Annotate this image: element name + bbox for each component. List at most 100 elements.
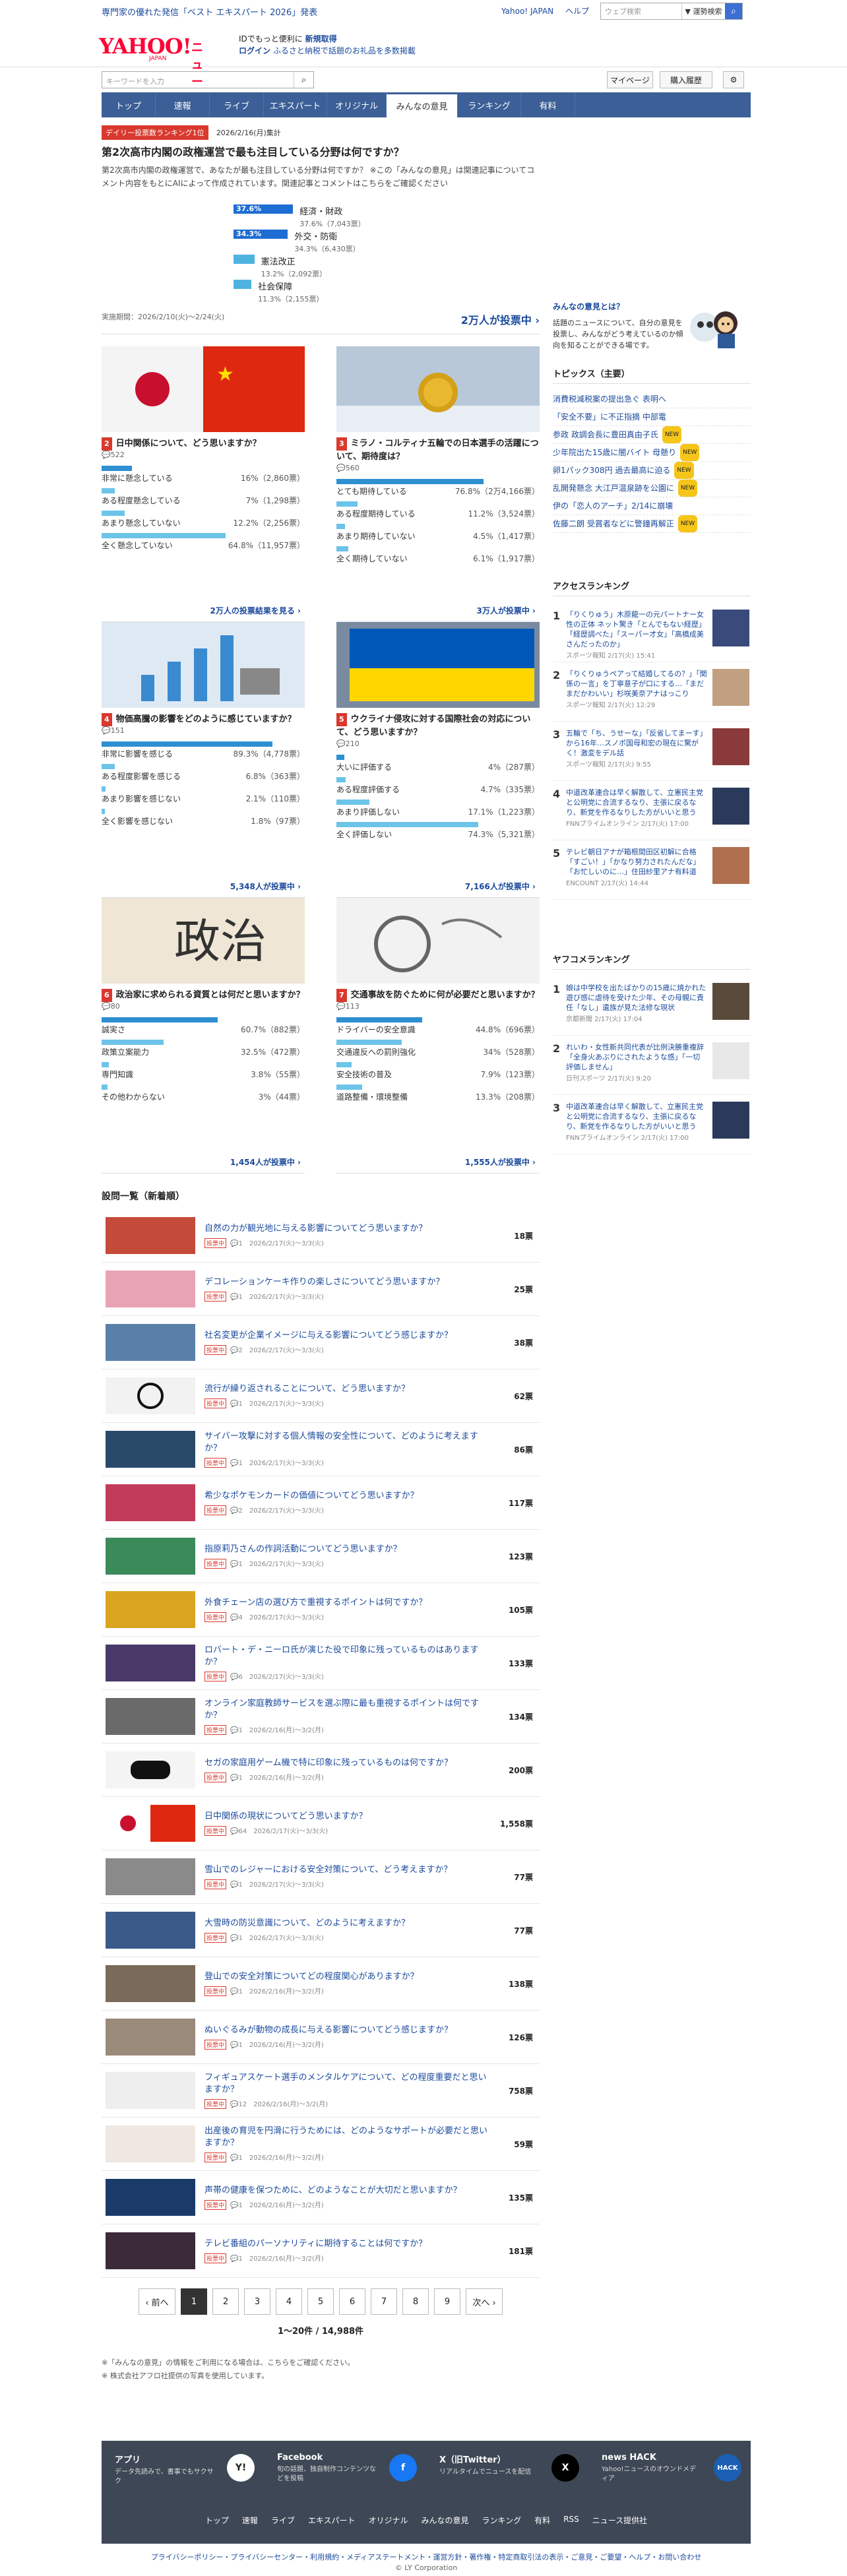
pager-page[interactable]: 9 [434, 2288, 460, 2315]
poll-question[interactable]: 6 政治家に求められる資質とは何だと思いますか？ [102, 989, 305, 1002]
topic-item[interactable]: 卵1パック308円 過去最高に迫る NEW [553, 462, 751, 480]
login-link[interactable]: ログイン [239, 46, 270, 55]
list-item[interactable]: フィギュアスケート選手のメンタルケアについて、どの程度重要だと思いますか？ 投票中… [102, 2064, 540, 2118]
tab-flash[interactable]: 速報 [156, 92, 210, 117]
ranking-title[interactable]: 五輪で「ち、うせーな」「反省してまーす」から16年…スノボ国母和宏の現在に驚がく… [566, 728, 707, 758]
list-item[interactable]: テレビ番組のパーソナリティに期待することは何ですか？ 投票中 💬1 2026/2/1… [102, 2224, 540, 2278]
poll-vote-total[interactable]: 7,166人が投票中 › [465, 881, 536, 892]
hero-vote-count[interactable]: 2万人が投票中 › [461, 311, 540, 327]
search-type-dropdown[interactable]: ▼ 運勢検索 [681, 3, 725, 19]
topic-item[interactable]: 乱開発懸念 大江戸温泉跡を公園に NEW [553, 480, 751, 497]
list-item[interactable]: ロバート・デ・ニーロ氏が演じた役で印象に残っているものはありますか？ 投票中 💬6 … [102, 1637, 540, 1690]
list-question[interactable]: 声帯の健康を保つために、どのようなことが大切だと思いますか？ [204, 2185, 495, 2197]
list-item[interactable]: 希少なポケモンカードの価値についてどう思いますか？ 投票中 💬2 2026/2/17… [102, 1476, 540, 1530]
list-item[interactable]: 外食チェーン店の選び方で重視するポイントは何ですか？ 投票中 💬4 2026/2/1… [102, 1583, 540, 1637]
footer-nav-item[interactable]: トップ [205, 2515, 229, 2526]
list-question[interactable]: デコレーションケーキ作りの楽しさについてどう思いますか？ [204, 1276, 495, 1288]
list-question[interactable]: 雪山でのレジャーにおける安全対策について、どう考えますか？ [204, 1864, 495, 1876]
list-question[interactable]: サイバー攻撃に対する個人情報の安全性について、どのように考えますか？ [204, 1431, 495, 1455]
footer-nav-item[interactable]: ランキング [482, 2515, 522, 2526]
poll-card[interactable]: ★ 2 日中関係について、どう思いますか？ 💬522 非常に懸念している 16%（2,86… [102, 346, 305, 622]
topic-item[interactable]: 少年院出た15歳に闇バイト 母懸り NEW [553, 444, 751, 462]
list-question[interactable]: 大雪時の防災意識について、どのように考えますか？ [204, 1918, 495, 1930]
poll-vote-total[interactable]: 5,348人が投票中 › [230, 881, 301, 892]
list-item[interactable]: 声帯の健康を保つために、どのようなことが大切だと思いますか？ 投票中 💬1 2026… [102, 2171, 540, 2224]
list-item[interactable]: セガの家庭用ゲーム機で特に印象に残っているものは何ですか？ 投票中 💬1 2026/… [102, 1744, 540, 1797]
list-question[interactable]: 社名変更が企業イメージに与える影響についてどう感じますか？ [204, 1330, 495, 1342]
poll-card[interactable]: 4 物価高騰の影響をどのように感じていますか？ 💬151 非常に影響を感じる 89.3%… [102, 622, 305, 898]
poll-question[interactable]: 5 ウクライナ侵攻に対する国際社会の対応について、どう思いますか？ [336, 713, 540, 739]
list-question[interactable]: 指原莉乃さんの作詞活動についてどう思いますか？ [204, 1544, 495, 1555]
app-icon[interactable]: Y! [227, 2454, 255, 2482]
pager-page[interactable]: 3 [244, 2288, 270, 2315]
topic-item[interactable]: 伊の「恋人のアーチ」2/14に崩壊 [553, 497, 751, 515]
pager-page[interactable]: 7 [371, 2288, 397, 2315]
list-question[interactable]: オンライン家庭教師サービスを選ぶ際に最も重視するポイントは何ですか？ [204, 1698, 495, 1722]
list-item[interactable]: 大雪時の防災意識について、どのように考えますか？ 投票中 💬1 2026/2/17(… [102, 1904, 540, 1957]
ranking-title[interactable]: 中道改革連合は早く解散して、立憲民主党と公明党に合流するなり、主張に戻るなり、新… [566, 1102, 707, 1131]
poll-question[interactable]: 2 日中関係について、どう思いますか？ [102, 437, 305, 451]
list-item[interactable]: 出産後の育児を円滑に行うためには、どのようなサポートが必要だと思いますか？ 投票中… [102, 2118, 540, 2171]
topic-item[interactable]: 参政 政調会長に豊田真由子氏 NEW [553, 426, 751, 444]
mypage-button[interactable]: マイページ [607, 71, 653, 88]
signup-link[interactable]: 新規取得 [305, 34, 337, 44]
ranking-item[interactable]: 1 「りくりゅう」木原龍一の元パートナー女性の正体 ネット驚き「とんでもない経歴」… [553, 603, 751, 662]
footer-nav-item[interactable]: ニュース提供社 [592, 2515, 647, 2526]
poll-card[interactable]: 7 交通事故を防ぐために何が必要だと思いますか？ 💬113 ドライバーの安全意識 44.… [336, 898, 540, 1174]
hero-option[interactable]: 社会保障 11.3%（2,155票） [234, 280, 540, 305]
web-search-input[interactable]: ウェブ検索 [601, 6, 681, 16]
list-item[interactable]: オンライン家庭教師サービスを選ぶ際に最も重視するポイントは何ですか？ 投票中 💬1 … [102, 1690, 540, 1744]
promo-link[interactable]: 専門家の優れた発信「ベスト エキスパート 2026」発表 [102, 5, 317, 18]
pager-prev[interactable]: ‹ 前へ [139, 2288, 175, 2315]
ranking-item[interactable]: 4 中道改革連合は早く解散して、立憲民主党と公明党に合流するなり、主張に戻るなり、… [553, 781, 751, 840]
yahoo-logo[interactable]: YAHOO! JAPAN ニュース [99, 29, 203, 106]
list-question[interactable]: 出産後の育児を円滑に行うためには、どのようなサポートが必要だと思いますか？ [204, 2125, 495, 2149]
poll-vote-total[interactable]: 2万人の投票結果を見る › [210, 605, 301, 616]
ranking-title[interactable]: れいわ・女性新共同代表が比例決勝重複辞「全身火あぶりにされたような感」「一切評価… [566, 1042, 707, 1072]
list-item[interactable]: サイバー攻撃に対する個人情報の安全性について、どのように考えますか？ 投票中 💬1 … [102, 1423, 540, 1476]
hero-option[interactable]: 37.6% 経済・財政 37.6%（7,043票） [234, 204, 540, 230]
tab-paid[interactable]: 有料 [521, 92, 575, 117]
list-question[interactable]: セガの家庭用ゲーム機で特に印象に残っているものは何ですか？ [204, 1757, 495, 1769]
news-search-input[interactable]: キーワードを入力 [102, 72, 294, 88]
list-question[interactable]: ぬいぐるみが動物の成長に与える影響についてどう感じますか？ [204, 2025, 495, 2036]
ranking-title[interactable]: 中道改革連合は早く解散して、立憲民主党と公明党に合流するなり、主張に戻るなり、新… [566, 788, 707, 817]
hero-option[interactable]: 34.3% 外交・防衛 34.3%（6,430票） [234, 230, 540, 255]
ranking-item[interactable]: 1 娘は中学校を出たばかりの15歳に焼かれた 遊び感に虐待を受けた少年、その母親に… [553, 976, 751, 1036]
ranking-title[interactable]: 「りくりゅうペアって結婚してるの？」「関係の一言」を丁寧意子が口にする…「まだま… [566, 669, 707, 699]
footer-block[interactable]: アプリ データ先読みで、書事でもサクサク Y! [115, 2453, 255, 2486]
ranking-item[interactable]: 3 中道改革連合は早く解散して、立憲民主党と公明党に合流するなり、主張に戻るなり、… [553, 1095, 751, 1154]
footer-nav-item[interactable]: 有料 [534, 2515, 550, 2526]
tab-minna[interactable]: みんなの意見 [387, 92, 458, 117]
pager-page[interactable]: 2 [212, 2288, 239, 2315]
poll-vote-total[interactable]: 3万人が投票中 › [477, 605, 536, 616]
hero-option[interactable]: 憲法改正 13.2%（2,092票） [234, 255, 540, 280]
topic-item[interactable]: 佐藤二朗 受賞者などに警鐘再解正 NEW [553, 515, 751, 533]
poll-card[interactable]: 5 ウクライナ侵攻に対する国際社会の対応について、どう思いますか？ 💬210 大いに評… [336, 622, 540, 898]
list-item[interactable]: 社名変更が企業イメージに与える影響についてどう感じますか？ 投票中 💬2 2026/… [102, 1316, 540, 1369]
ranking-item[interactable]: 5 テレビ朝日アナが箱根間田区初解に合格「すごい！」「かなり努力されたんだな」「お… [553, 840, 751, 900]
list-question[interactable]: 日中関係の現状についてどう思いますか？ [204, 1811, 495, 1823]
tab-live[interactable]: ライブ [210, 92, 264, 117]
list-item[interactable]: 日中関係の現状についてどう思いますか？ 投票中 💬64 2026/2/17(火)〜3… [102, 1797, 540, 1850]
list-item[interactable]: 自然の力が観光地に与える影響についてどう思いますか？ 投票中 💬1 2026/2/1… [102, 1209, 540, 1263]
pager-page[interactable]: 6 [339, 2288, 365, 2315]
help-link[interactable]: ヘルプ [565, 7, 589, 16]
list-question[interactable]: テレビ番組のパーソナリティに期待することは何ですか？ [204, 2238, 495, 2250]
list-question[interactable]: フィギュアスケート選手のメンタルケアについて、どの程度重要だと思いますか？ [204, 2072, 495, 2096]
gear-icon[interactable]: ⚙ [723, 71, 744, 88]
list-question[interactable]: 登山での安全対策についてどの程度関心がありますか？ [204, 1971, 495, 1983]
search-icon[interactable]: ⌕ [294, 72, 313, 88]
list-item[interactable]: ぬいぐるみが動物の成長に与える影響についてどう感じますか？ 投票中 💬1 2026/… [102, 2011, 540, 2064]
footer-nav-item[interactable]: 速報 [242, 2515, 258, 2526]
list-item[interactable]: デコレーションケーキ作りの楽しさについてどう思いますか？ 投票中 💬1 2026/2… [102, 1263, 540, 1316]
pager-page[interactable]: 4 [276, 2288, 302, 2315]
tab-original[interactable]: オリジナル [327, 92, 387, 117]
poll-card[interactable]: 政治 6 政治家に求められる資質とは何だと思いますか？ 💬80 誠実さ 60.7%（882… [102, 898, 305, 1174]
ranking-item[interactable]: 3 五輪で「ち、うせーな」「反省してまーす」から16年…スノボ国母和宏の現在に驚が… [553, 722, 751, 781]
footer-nav-item[interactable]: みんなの意見 [422, 2515, 469, 2526]
furusato-link[interactable]: ふるさと納税で話題のお礼品を多数掲載 [273, 46, 416, 55]
about-title[interactable]: みんなの意見とは？ [553, 301, 685, 312]
footer-nav-item[interactable]: RSS [563, 2515, 579, 2526]
hero-title[interactable]: 第2次高市内閣の政権運営で最も注目している分野は何ですか？ [102, 145, 540, 160]
